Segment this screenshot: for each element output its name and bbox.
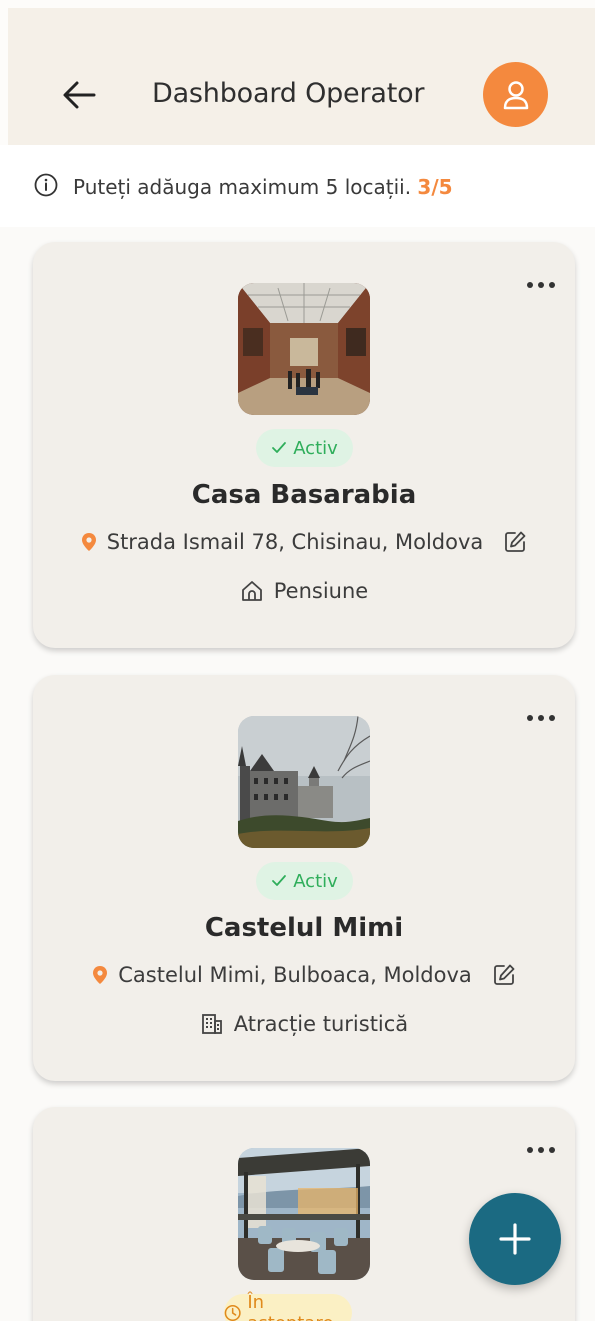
check-icon bbox=[272, 875, 287, 886]
dot-icon bbox=[549, 282, 555, 288]
map-pin-icon bbox=[81, 533, 96, 551]
limit-count: 3/5 bbox=[417, 175, 453, 199]
location-type-row: Atracție turistică bbox=[33, 1012, 575, 1036]
dot-icon bbox=[549, 715, 555, 721]
location-name: Casa Basarabia bbox=[191, 480, 417, 510]
edit-icon[interactable] bbox=[492, 963, 516, 987]
user-icon bbox=[503, 80, 528, 109]
location-image bbox=[238, 716, 370, 848]
edit-icon[interactable] bbox=[503, 530, 527, 554]
status-label: În asteptare bbox=[247, 1292, 333, 1321]
status-label: Activ bbox=[293, 870, 338, 892]
dot-icon bbox=[527, 282, 533, 288]
info-icon bbox=[34, 173, 58, 197]
location-address-row: Castelul Mimi, Bulboaca, Moldova bbox=[33, 963, 575, 987]
top-app-bar: Dashboard Operator bbox=[8, 8, 595, 145]
dot-icon bbox=[538, 715, 544, 721]
limit-text: Puteți adăuga maximum 5 locații. 3/5 bbox=[73, 175, 453, 199]
location-card[interactable]: Activ Castelul Mimi Castelul Mimi, Bulbo… bbox=[33, 675, 575, 1081]
location-address-row: Strada Ismail 78, Chisinau, Moldova bbox=[33, 530, 575, 554]
dot-icon bbox=[538, 282, 544, 288]
back-button[interactable] bbox=[56, 80, 102, 110]
dot-icon bbox=[538, 1147, 544, 1153]
more-options-button[interactable] bbox=[527, 715, 555, 721]
dot-icon bbox=[527, 1147, 533, 1153]
location-name: Castelul Mimi bbox=[204, 913, 404, 943]
location-type: Atracție turistică bbox=[233, 1012, 409, 1036]
home-icon bbox=[241, 581, 262, 601]
add-location-button[interactable] bbox=[469, 1193, 561, 1285]
check-icon bbox=[272, 442, 287, 453]
arrow-left-icon bbox=[63, 81, 96, 109]
location-card[interactable]: Activ Casa Basarabia Strada Ismail 78, C… bbox=[33, 242, 575, 648]
building-icon bbox=[201, 1014, 222, 1034]
status-badge: Activ bbox=[256, 429, 353, 467]
clock-icon bbox=[224, 1305, 241, 1321]
location-address: Castelul Mimi, Bulboaca, Moldova bbox=[118, 963, 472, 987]
location-image bbox=[238, 283, 370, 415]
location-type: Pensiune bbox=[273, 579, 369, 603]
status-label: Activ bbox=[293, 437, 338, 459]
plus-icon bbox=[499, 1223, 531, 1255]
status-badge: Activ bbox=[256, 862, 353, 900]
location-image bbox=[238, 1148, 370, 1280]
page-title: Dashboard Operator bbox=[152, 78, 425, 109]
location-address: Strada Ismail 78, Chisinau, Moldova bbox=[106, 530, 484, 554]
more-options-button[interactable] bbox=[527, 1147, 555, 1153]
more-options-button[interactable] bbox=[527, 282, 555, 288]
dot-icon bbox=[549, 1147, 555, 1153]
location-limit-notice: Puteți adăuga maximum 5 locații. 3/5 bbox=[0, 145, 595, 227]
dot-icon bbox=[527, 715, 533, 721]
limit-message: Puteți adăuga maximum 5 locații. bbox=[73, 175, 412, 199]
status-badge: În asteptare bbox=[224, 1292, 352, 1321]
location-type-row: Pensiune bbox=[33, 579, 575, 603]
map-pin-icon bbox=[93, 966, 108, 984]
profile-button[interactable] bbox=[483, 62, 548, 127]
